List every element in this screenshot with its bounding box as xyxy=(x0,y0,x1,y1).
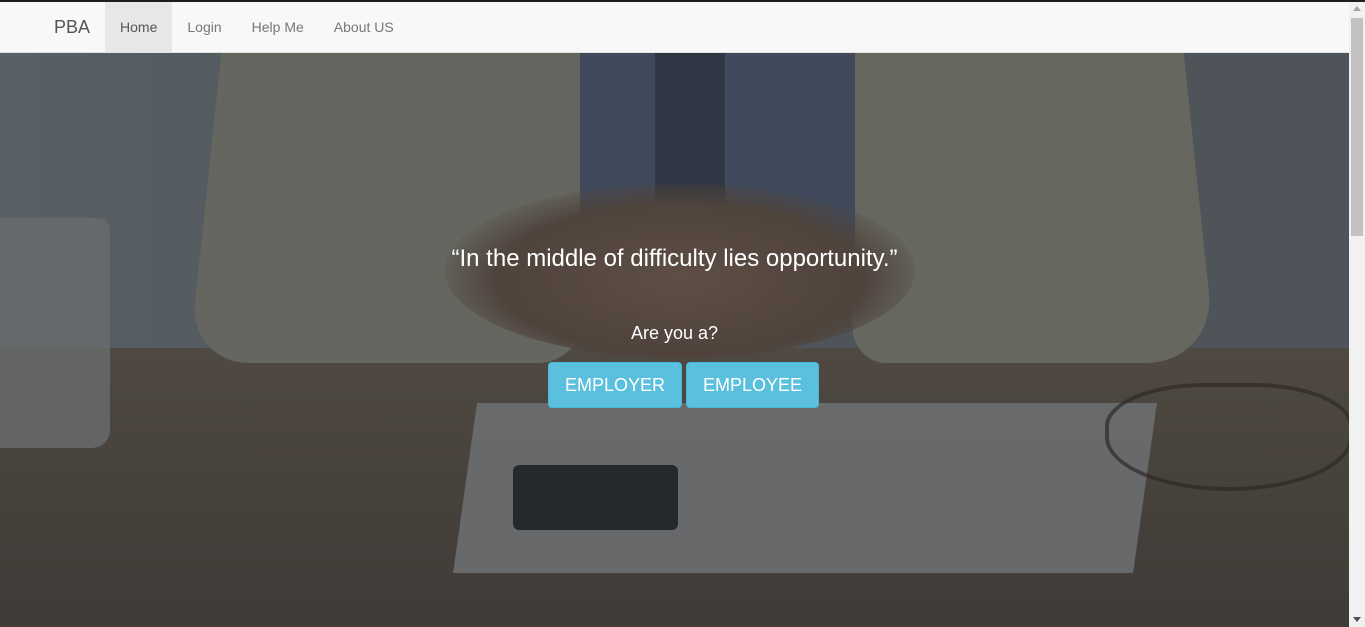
employee-button[interactable]: EMPLOYEE xyxy=(686,362,819,408)
hero-section: “In the middle of difficulty lies opport… xyxy=(0,53,1349,627)
scrollbar-thumb[interactable] xyxy=(1351,18,1363,236)
nav-item-help-me[interactable]: Help Me xyxy=(237,2,319,52)
page: PBA Home Login Help Me About US “In the … xyxy=(0,0,1365,627)
background-jacket-right xyxy=(823,53,1217,363)
scroll-down-arrow-icon[interactable] xyxy=(1353,617,1361,622)
hero-quote: “In the middle of difficulty lies opport… xyxy=(451,245,898,272)
nav-item-login[interactable]: Login xyxy=(172,2,236,52)
brand-logo[interactable]: PBA xyxy=(0,2,105,52)
background-phone xyxy=(513,465,678,530)
scroll-up-arrow-icon[interactable] xyxy=(1353,6,1361,11)
nav-item-home[interactable]: Home xyxy=(105,2,173,52)
role-question: Are you a? xyxy=(630,323,719,343)
vertical-scrollbar[interactable] xyxy=(1349,2,1365,627)
nav-item-about-us[interactable]: About US xyxy=(319,2,409,52)
background-glasses xyxy=(1105,383,1349,491)
navbar: PBA Home Login Help Me About US xyxy=(0,2,1349,53)
employer-button[interactable]: EMPLOYER xyxy=(548,362,682,408)
